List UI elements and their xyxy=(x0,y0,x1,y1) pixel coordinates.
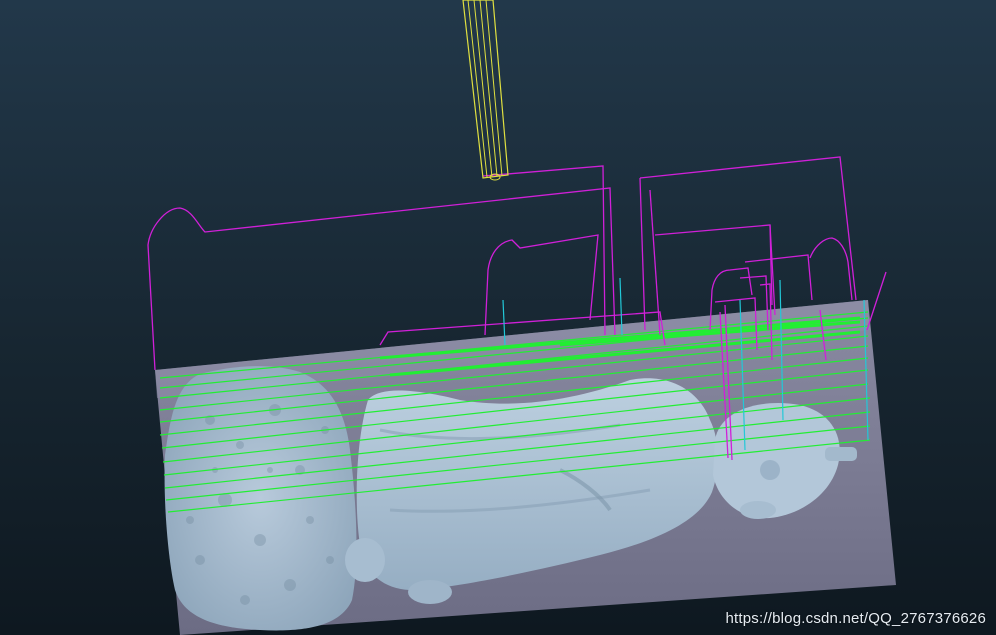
scene-canvas[interactable] xyxy=(0,0,996,635)
figure-hand xyxy=(408,580,452,604)
figure-foot xyxy=(345,538,385,582)
rock-base xyxy=(164,366,357,631)
cam-3d-viewport[interactable]: https://blog.csdn.net/QQ_2767376626 xyxy=(0,0,996,635)
watermark-text: https://blog.csdn.net/QQ_2767376626 xyxy=(725,610,986,627)
figure-topknot xyxy=(825,447,857,461)
